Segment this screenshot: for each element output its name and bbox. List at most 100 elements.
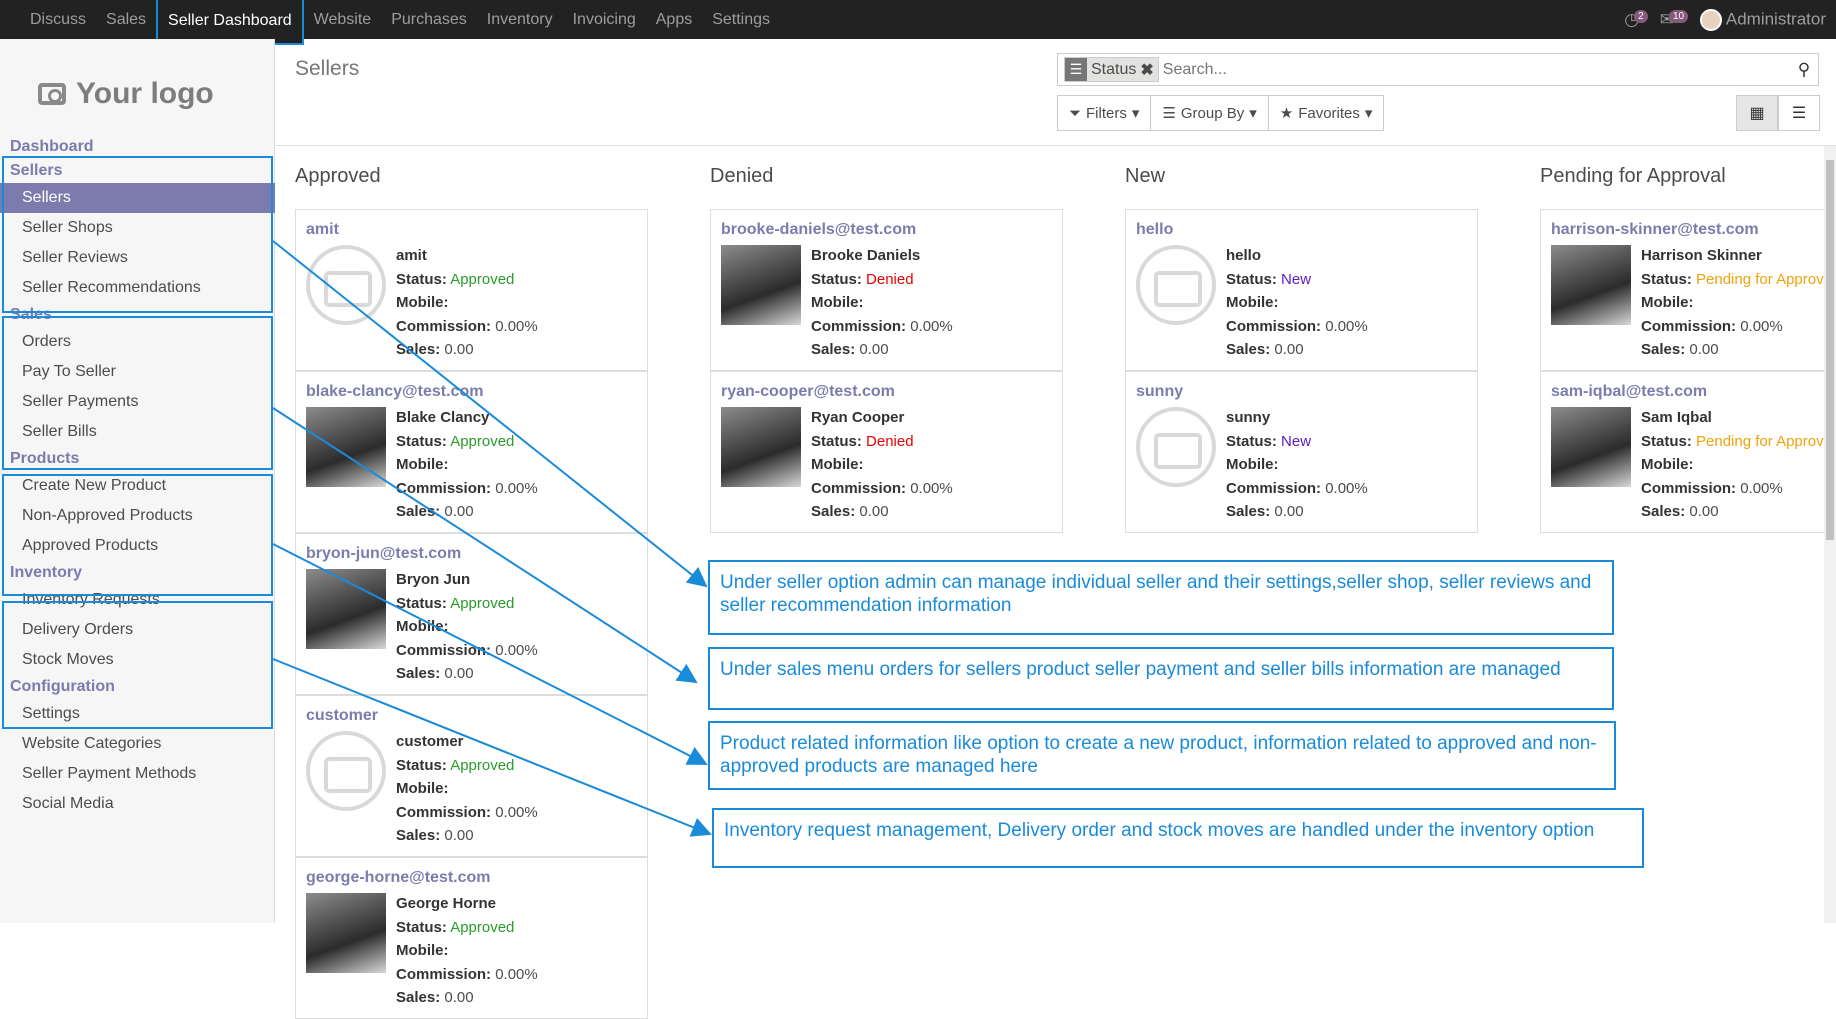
seller-info: Harrison Skinner Status: Pending for Appr…: [1641, 244, 1824, 362]
menu-settings[interactable]: Settings: [702, 0, 780, 39]
seller-name: Brooke Daniels: [811, 247, 921, 264]
status-label: Status:: [1226, 270, 1277, 288]
seller-login[interactable]: amit: [306, 221, 339, 239]
star-icon: ★: [1279, 105, 1294, 122]
filter-list-icon: ☰: [1065, 58, 1087, 81]
menu-website[interactable]: Website: [304, 0, 382, 39]
search-input[interactable]: [1162, 60, 1790, 79]
seller-card[interactable]: sam-iqbal@test.com Sam Iqbal Status: Pendi…: [1540, 371, 1836, 533]
search-icon[interactable]: ⚲: [1790, 60, 1818, 80]
seller-card[interactable]: harrison-skinner@test.com Harrison Skinne…: [1540, 209, 1836, 371]
commission-value: 0.00%: [495, 965, 538, 983]
status-value: Denied: [866, 432, 914, 450]
mobile-label: Mobile:: [396, 780, 449, 797]
sales-value: 0.00: [859, 341, 889, 358]
menu-apps[interactable]: Apps: [646, 0, 702, 39]
messaging-menu[interactable]: ✉10: [1660, 9, 1689, 30]
seller-name: Ryan Cooper: [811, 409, 905, 426]
menu-purchases[interactable]: Purchases: [381, 0, 477, 39]
menu-inventory[interactable]: Inventory: [477, 0, 563, 39]
mobile-label: Mobile:: [396, 456, 449, 473]
highlight-products-section: [2, 474, 273, 596]
seller-info: Bryon Jun Status: Approved Mobile: Commissi…: [396, 568, 538, 686]
group-by-button[interactable]: ☰ Group By ▾: [1151, 95, 1269, 131]
sidebar-item-seller-payment-methods[interactable]: Seller Payment Methods: [0, 759, 275, 789]
kanban-column-title: Pending for Approval: [1540, 165, 1726, 187]
sales-value: 0.00: [859, 503, 889, 520]
menu-discuss[interactable]: Discuss: [20, 0, 96, 39]
scrollbar[interactable]: [1824, 146, 1836, 923]
favorites-button[interactable]: ★ Favorites ▾: [1268, 95, 1385, 131]
logo-text: Your logo: [76, 77, 214, 110]
seller-login[interactable]: harrison-skinner@test.com: [1551, 221, 1759, 239]
list-view-button[interactable]: ☰: [1778, 95, 1820, 131]
mobile-label: Mobile:: [396, 618, 449, 635]
seller-login[interactable]: brooke-daniels@test.com: [721, 221, 916, 239]
seller-login[interactable]: ryan-cooper@test.com: [721, 383, 895, 401]
sales-label: Sales:: [1641, 341, 1686, 358]
menu-sales[interactable]: Sales: [96, 0, 156, 39]
seller-info: sunny Status: New Mobile: Commission: 0.00%…: [1226, 406, 1368, 524]
seller-login[interactable]: customer: [306, 707, 378, 725]
commission-value: 0.00%: [495, 641, 538, 659]
sidebar-item-website-categories[interactable]: Website Categories: [0, 729, 275, 759]
commission-value: 0.00%: [495, 479, 538, 497]
commission-value: 0.00%: [1325, 317, 1368, 335]
caret-down-icon: ▾: [1249, 105, 1257, 122]
placeholder-camera-icon: [306, 245, 386, 325]
seller-photo: [1551, 407, 1631, 487]
kanban-view-button[interactable]: ▦: [1736, 95, 1778, 131]
seller-card[interactable]: ryan-cooper@test.com Ryan Cooper Status: D…: [710, 371, 1063, 533]
seller-card[interactable]: sunny sunny Status: New Mobile: Commission: …: [1125, 371, 1478, 533]
mobile-label: Mobile:: [1641, 294, 1694, 311]
seller-login[interactable]: sunny: [1136, 383, 1183, 401]
sales-label: Sales:: [811, 341, 856, 358]
seller-info: customer Status: Approved Mobile: Commissio…: [396, 730, 538, 848]
avatar: [1700, 8, 1723, 31]
activity-menu[interactable]: ◷2: [1624, 9, 1648, 30]
search-bar[interactable]: ☰ Status ✖ ⚲: [1057, 53, 1819, 86]
mobile-label: Mobile:: [1226, 294, 1279, 311]
seller-card[interactable]: brooke-daniels@test.com Brooke Daniels Sta…: [710, 209, 1063, 371]
filter-icon: ⏷: [1069, 104, 1082, 122]
seller-card[interactable]: customer customer Status: Approved Mobile: C…: [295, 695, 648, 857]
seller-info: hello Status: New Mobile: Commission: 0.00%…: [1226, 244, 1368, 362]
sales-value: 0.00: [444, 989, 474, 1006]
highlight-sellers-section: [2, 156, 273, 313]
filters-button[interactable]: ⏷ Filters ▾: [1057, 95, 1152, 131]
seller-login[interactable]: bryon-jun@test.com: [306, 545, 461, 563]
sidebar-item-social-media[interactable]: Social Media: [0, 789, 275, 819]
seller-photo: [306, 893, 386, 973]
status-label: Status:: [1226, 432, 1277, 450]
seller-login[interactable]: george-horne@test.com: [306, 869, 491, 887]
user-menu[interactable]: Administrator: [1700, 8, 1826, 31]
seller-login[interactable]: blake-clancy@test.com: [306, 383, 483, 401]
seller-card[interactable]: amit amit Status: Approved Mobile: Commissio…: [295, 209, 648, 371]
status-value: Approved: [450, 594, 515, 612]
commission-value: 0.00%: [1740, 479, 1783, 497]
commission-label: Commission:: [1641, 317, 1737, 335]
seller-info: Sam Iqbal Status: Pending for Approv Mobil…: [1641, 406, 1824, 524]
seller-login[interactable]: sam-iqbal@test.com: [1551, 383, 1707, 401]
group-by-label: Group By: [1180, 104, 1245, 122]
menu-invoicing[interactable]: Invoicing: [563, 0, 646, 39]
seller-card[interactable]: george-horne@test.com George Horne Status:…: [295, 857, 648, 1019]
search-facet[interactable]: ☰ Status ✖: [1064, 57, 1159, 82]
remove-facet-icon[interactable]: ✖: [1140, 60, 1157, 80]
commission-label: Commission:: [811, 479, 907, 497]
camera-icon: [38, 83, 66, 105]
kanban-column-title: New: [1125, 165, 1166, 187]
status-label: Status:: [396, 918, 447, 936]
highlight-sales-section: [2, 316, 273, 470]
seller-photo: [306, 407, 386, 487]
seller-card[interactable]: blake-clancy@test.com Blake Clancy Status:…: [295, 371, 648, 533]
commission-value: 0.00%: [495, 803, 538, 821]
company-logo[interactable]: Your logo: [38, 59, 248, 129]
seller-login[interactable]: hello: [1136, 221, 1173, 239]
commission-label: Commission:: [1226, 479, 1322, 497]
seller-card[interactable]: hello hello Status: New Mobile: Commission: …: [1125, 209, 1478, 371]
mobile-label: Mobile:: [811, 294, 864, 311]
scrollbar-thumb[interactable]: [1826, 160, 1834, 540]
seller-card[interactable]: bryon-jun@test.com Bryon Jun Status: Appro…: [295, 533, 648, 695]
seller-info: Blake Clancy Status: Approved Mobile: Commi…: [396, 406, 538, 524]
